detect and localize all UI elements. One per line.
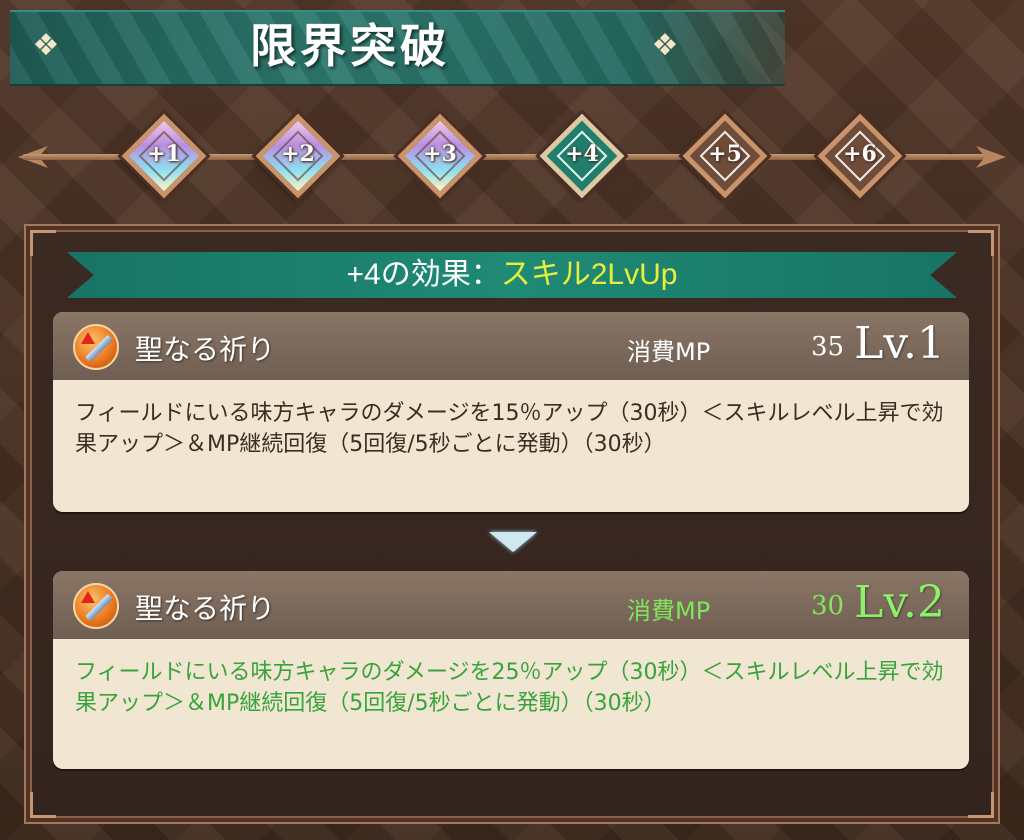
corner-ornament-icon [30,230,56,256]
page-title: 限界突破 [250,19,450,73]
rank-label: +2 [281,141,315,167]
rank-node-1[interactable]: +1 [121,113,207,199]
skill-level: Lv.2 [854,577,945,628]
rank-node-6[interactable]: +6 [817,113,903,199]
rank-node-4[interactable]: +4 [539,113,625,199]
corner-ornament-icon [30,792,56,818]
skill-name: 聖なる祈り [135,592,276,625]
skill-sword-icon [73,583,119,629]
mp-label: 消費MP [627,597,711,625]
corner-ornament-icon [968,792,994,818]
rank-node-2[interactable]: +2 [255,113,341,199]
effect-highlight: スキル2LvUp [500,258,678,291]
mp-label: 消費MP [627,338,711,366]
rank-label: +4 [565,141,599,167]
next-skill-card: 聖なる祈り 消費MP 30 Lv.2 フィールドにいる味方キャラのダメージを25… [53,571,969,769]
flourish-left-icon: ❖ [32,28,60,63]
skill-header: 聖なる祈り 消費MP 30 Lv.2 [53,571,969,639]
skill-sword-icon [73,324,119,370]
effect-prefix: +4の効果： [346,258,501,291]
flourish-right-icon: ❖ [651,28,679,63]
skill-header: 聖なる祈り 消費MP 35 Lv.1 [53,312,969,380]
mp-value: 30 [811,591,845,621]
down-arrow-icon [489,532,537,552]
skill-level: Lv.1 [854,318,945,369]
current-skill-card: 聖なる祈り 消費MP 35 Lv.1 フィールドにいる味方キャラのダメージを15… [53,312,969,512]
effect-banner: +4の効果：スキル2LvUp [67,252,957,298]
rank-label: +1 [147,141,181,167]
rank-node-3[interactable]: +3 [397,113,483,199]
skill-description: フィールドにいる味方キャラのダメージを25％アップ（30秒）＜スキルレベル上昇で… [75,660,944,716]
rank-label: +6 [843,141,877,167]
skill-name: 聖なる祈り [135,333,276,366]
rank-node-5[interactable]: +5 [682,113,768,199]
mp-value: 35 [811,332,845,362]
rank-label: +3 [423,141,457,167]
corner-ornament-icon [968,230,994,256]
rank-label: +5 [708,141,742,167]
skill-description: フィールドにいる味方キャラのダメージを15％アップ（30秒）＜スキルレベル上昇で… [75,401,944,457]
